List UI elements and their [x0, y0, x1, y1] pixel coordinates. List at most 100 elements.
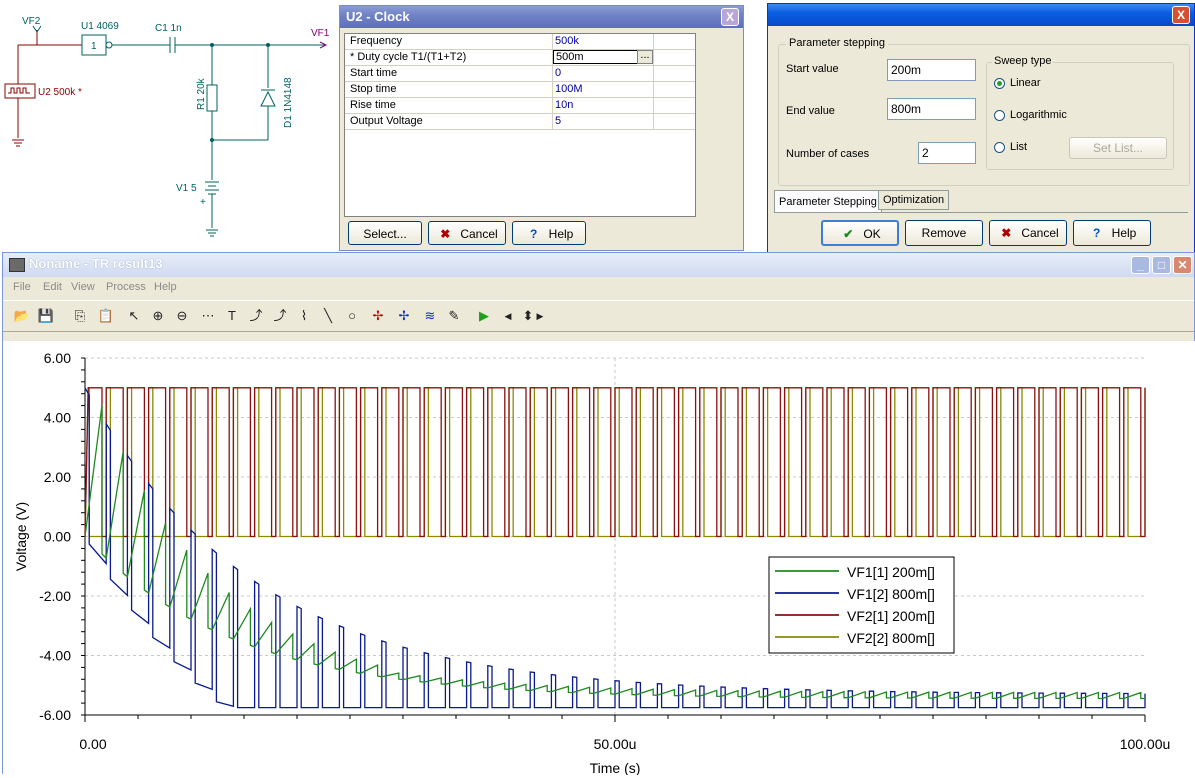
sweep-option-label: Logarithmic [1010, 109, 1067, 121]
gate-text: 1 [91, 41, 97, 52]
param-cancel-button[interactable]: ✖ Cancel [989, 220, 1067, 246]
tr-titlebar[interactable]: Noname - TR result13 _ □ ✕ [3, 253, 1194, 277]
sweep-option-label: Linear [1010, 77, 1041, 89]
x-axis-label: Time (s) [590, 760, 641, 775]
menu-view[interactable]: View [71, 281, 95, 293]
ok-button[interactable]: ✔ OK [821, 220, 899, 246]
menu-process[interactable]: Process [106, 281, 146, 293]
grid-icon[interactable]: ⋯ [197, 305, 219, 327]
property-key: Start time [350, 67, 398, 79]
pointer-icon[interactable]: ↖ [123, 305, 145, 327]
run-icon[interactable]: ▶ [473, 305, 495, 327]
property-value[interactable]: 500k [555, 35, 579, 47]
select-button-label: Select... [363, 227, 407, 241]
series-vf2-200m-line [84, 387, 1146, 538]
copy-icon[interactable]: ⎘ [69, 305, 91, 327]
x-mark-icon: ✖ [440, 227, 451, 241]
param-dialog: X Parameter stepping Start value 200m En… [767, 3, 1195, 257]
property-row[interactable]: Frequency 500k [345, 34, 695, 50]
text-icon[interactable]: T [221, 305, 243, 327]
select-button[interactable]: Select... [348, 221, 422, 245]
clock-help-button[interactable]: ? Help [512, 221, 586, 245]
close-icon: X [1176, 8, 1185, 22]
end-value-input[interactable]: 800m [887, 98, 976, 120]
menu-edit[interactable]: Edit [43, 281, 62, 293]
cursor-a-icon[interactable]: ✢ [367, 305, 389, 327]
property-row[interactable]: Start time 0 [345, 66, 695, 82]
vf2-label: VF2 [22, 16, 41, 27]
clock-property-grid[interactable]: Frequency 500k * Duty cycle T1/(T1+T2) 500m… [344, 33, 696, 217]
clock-dialog-titlebar[interactable]: U2 - Clock [340, 6, 743, 28]
c1-label: C1 1n [155, 23, 182, 34]
property-row[interactable]: Rise time 10n [345, 98, 695, 114]
cursor-b-icon[interactable]: ✢ [393, 305, 415, 327]
curve-label2-icon[interactable]: ⤴ [269, 305, 291, 327]
maximize-button[interactable]: □ [1152, 256, 1171, 274]
menu-help[interactable]: Help [154, 281, 177, 293]
y-tick-label: 6.00 [44, 350, 71, 366]
remove-button[interactable]: Remove [905, 220, 983, 246]
line-icon[interactable]: ╲ [317, 305, 339, 327]
end-value-label: End value [786, 105, 835, 117]
tr-title: Noname - TR result13 [29, 256, 163, 271]
y-tick-label: 0.00 [44, 529, 71, 545]
y-tick-label: -2.00 [39, 588, 71, 604]
paste-icon[interactable]: 📋 [95, 305, 117, 327]
menu-file[interactable]: File [13, 281, 31, 293]
schematic[interactable]: VF2 VF1 U1 4069 1 C1 1n U2 500k * R1 20k… [0, 0, 340, 250]
scroll-right-icon[interactable]: ▶ [533, 305, 547, 327]
param-close-button[interactable]: X [1172, 6, 1190, 24]
checkmark-icon: ✔ [843, 227, 854, 241]
close-icon: X [725, 10, 734, 24]
tab-label: Parameter Stepping [779, 196, 877, 208]
ok-label: OK [863, 227, 881, 241]
clock-close-button[interactable]: X [721, 8, 739, 26]
param-dialog-titlebar[interactable] [768, 4, 1194, 26]
plot-area[interactable]: 6.00 4.00 2.00 0.00 -2.00 -4.00 -6.00 0.00 50.00… [3, 341, 1195, 776]
curve-label-icon[interactable]: ⤴ [245, 305, 267, 327]
help-icon: ? [529, 227, 538, 241]
circle-icon[interactable]: ○ [341, 305, 363, 327]
vf1-label: VF1 [311, 28, 330, 39]
tab-parameter-stepping[interactable]: Parameter Stepping [774, 190, 882, 213]
open-icon[interactable]: 📂 [11, 305, 33, 327]
legend-label: VF1[2] 800m[] [847, 586, 935, 602]
start-value-input[interactable]: 200m [887, 59, 976, 81]
property-key: Frequency [350, 35, 402, 47]
ellipsis-button[interactable]: ... [637, 50, 653, 64]
waveform-icon[interactable]: ≋ [419, 305, 441, 327]
close-button[interactable]: ✕ [1173, 256, 1192, 274]
param-help-button[interactable]: ? Help [1073, 220, 1151, 246]
remove-label: Remove [921, 226, 967, 240]
y-tick-label: -6.00 [39, 707, 71, 723]
property-value[interactable]: 10n [555, 99, 573, 111]
transient-chart[interactable]: 6.00 4.00 2.00 0.00 -2.00 -4.00 -6.00 0.00 50.00… [3, 341, 1195, 776]
property-value[interactable]: 0 [555, 67, 561, 79]
property-row[interactable]: Output Voltage 5 [345, 114, 695, 130]
help-label: Help [548, 227, 574, 241]
tab-optimization[interactable]: Optimization [878, 190, 950, 210]
cases-input[interactable]: 2 [918, 142, 976, 164]
save-icon[interactable]: 💾 [35, 305, 57, 327]
radio-icon [994, 142, 1005, 153]
help-icon: ? [1092, 226, 1101, 240]
minimize-button[interactable]: _ [1131, 256, 1150, 274]
property-key: Output Voltage [350, 115, 423, 127]
duty-cycle-input[interactable]: 500m [553, 50, 643, 64]
clock-cancel-button[interactable]: ✖ Cancel [428, 221, 506, 245]
zoom-out-icon[interactable]: ⊖ [171, 305, 193, 327]
probe-icon[interactable]: ✎ [443, 305, 465, 327]
scroll-left-icon[interactable]: ◀ [501, 305, 515, 327]
property-row[interactable]: * Duty cycle T1/(T1+T2) 500m... [345, 50, 695, 66]
axis-label-icon[interactable]: ⌇ [293, 305, 315, 327]
radio-icon [994, 78, 1005, 89]
toolbar: 📂 💾 ⎘ 📋 ↖ ⊕ ⊖ ⋯ T ⤴ ⤴ ⌇ ╲ ○ ✢ ✢ ≋ ✎ ▶ ◀ ⬍ ▶ [3, 300, 1194, 332]
property-row[interactable]: Stop time 100M [345, 82, 695, 98]
u1-label: U1 4069 [81, 21, 119, 32]
sweep-title: Sweep type [992, 55, 1054, 67]
property-value[interactable]: 100M [555, 83, 583, 95]
property-value[interactable]: 5 [555, 115, 561, 127]
zoom-in-icon[interactable]: ⊕ [147, 305, 169, 327]
set-list-button[interactable]: Set List... [1069, 137, 1167, 159]
tab-label: Optimization [883, 194, 945, 206]
